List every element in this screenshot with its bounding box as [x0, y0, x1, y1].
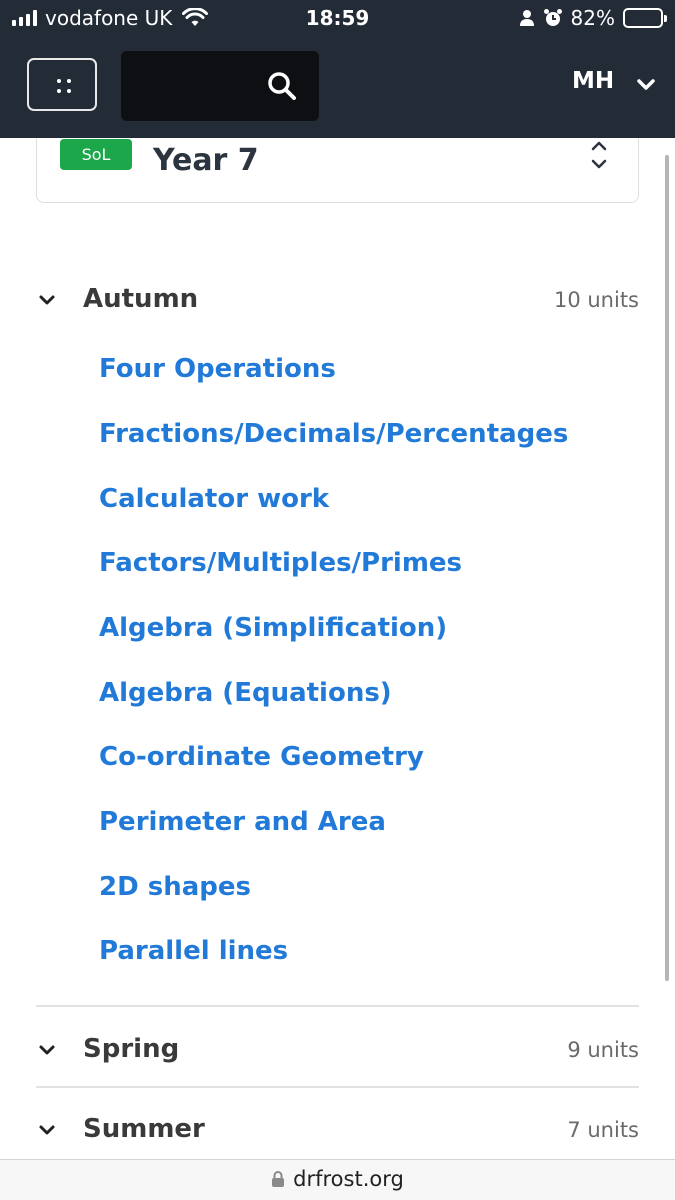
chevron-down-icon[interactable]: [38, 1124, 56, 1138]
section-unit-count: 9 units: [567, 1038, 639, 1062]
section-name: Spring: [83, 1034, 180, 1064]
sol-badge: SoL: [60, 139, 132, 170]
unit-link[interactable]: Co-ordinate Geometry: [99, 742, 424, 772]
unit-link[interactable]: Factors/Multiples/Primes: [99, 548, 462, 578]
search-box[interactable]: [121, 51, 319, 121]
unit-link[interactable]: Fractions/Decimals/Percentages: [99, 419, 568, 449]
section-spring[interactable]: Spring 9 units: [36, 1032, 639, 1072]
battery-percent: 82%: [570, 6, 615, 30]
unit-link[interactable]: Algebra (Equations): [99, 678, 392, 708]
person-icon: [519, 10, 534, 26]
grid-menu-icon: [55, 77, 73, 95]
unit-link[interactable]: 2D shapes: [99, 872, 251, 902]
section-unit-count: 7 units: [567, 1118, 639, 1142]
browser-address-bar[interactable]: drfrost.org: [0, 1159, 675, 1200]
lock-icon: [272, 1171, 285, 1187]
search-icon[interactable]: [267, 71, 297, 101]
divider: [36, 1086, 639, 1088]
unit-link[interactable]: Four Operations: [99, 354, 336, 384]
chevron-down-icon[interactable]: [636, 78, 656, 92]
status-bar: vodafone UK 18:59 82%: [0, 0, 675, 38]
alarm-icon: [543, 9, 562, 26]
unit-link[interactable]: Algebra (Simplification): [99, 613, 447, 643]
battery-icon: [623, 8, 667, 28]
unit-link[interactable]: Perimeter and Area: [99, 807, 386, 837]
scrollbar[interactable]: [665, 155, 669, 981]
sort-updown-icon[interactable]: [590, 139, 608, 171]
section-summer[interactable]: Summer 7 units: [36, 1112, 639, 1152]
divider: [36, 1005, 639, 1007]
unit-link[interactable]: Calculator work: [99, 484, 329, 514]
section-autumn[interactable]: Autumn 10 units: [36, 282, 639, 322]
unit-link[interactable]: Parallel lines: [99, 936, 288, 966]
section-name: Autumn: [83, 284, 199, 314]
section-name: Summer: [83, 1114, 205, 1144]
year-title: Year 7: [153, 143, 259, 178]
url-text: drfrost.org: [293, 1167, 404, 1191]
menu-button[interactable]: [27, 58, 97, 111]
user-initials[interactable]: MH: [572, 68, 614, 94]
section-unit-count: 10 units: [553, 288, 639, 312]
app-header: vodafone UK 18:59 82% MH: [0, 0, 675, 138]
chevron-down-icon[interactable]: [38, 1044, 56, 1058]
chevron-down-icon[interactable]: [38, 294, 56, 308]
